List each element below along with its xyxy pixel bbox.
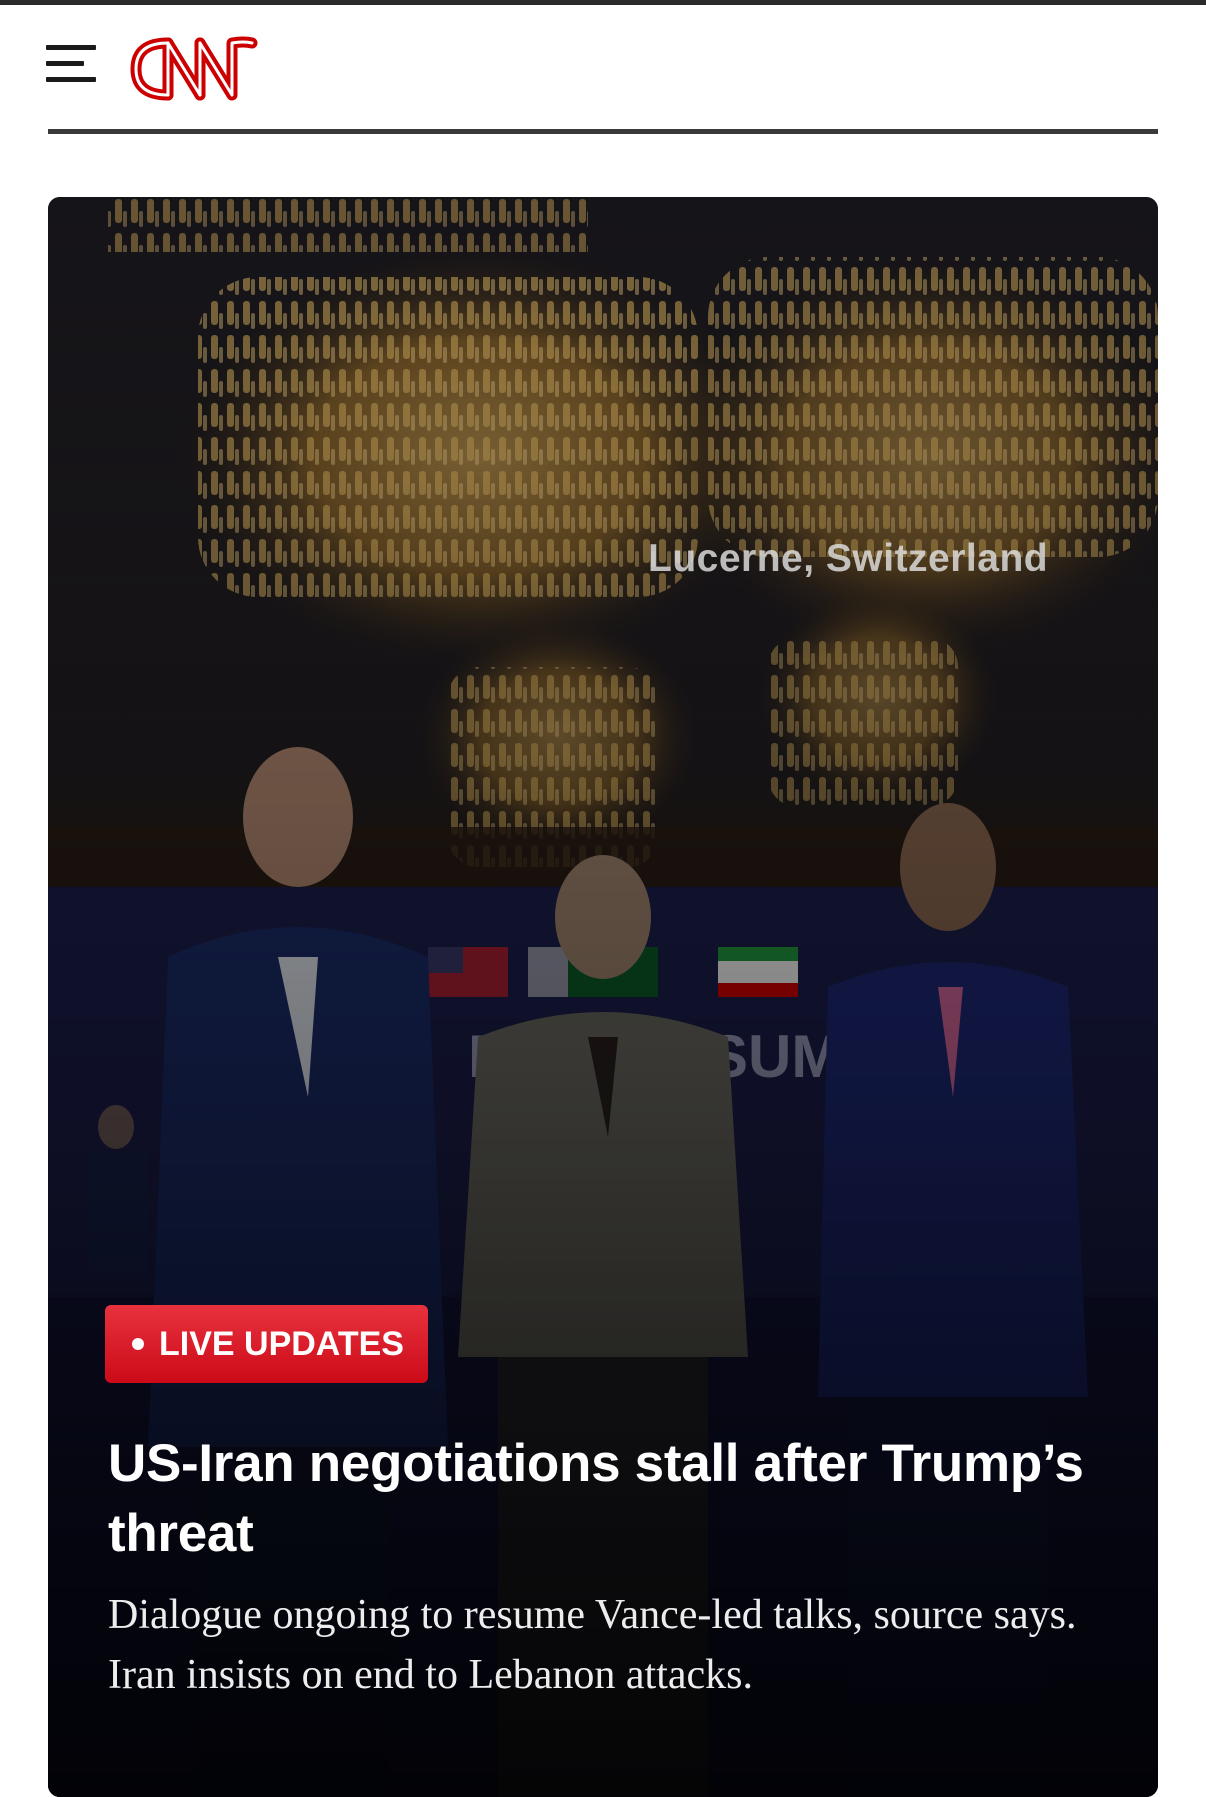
story-summary: Dialogue ongoing to resume Vance-led tal… xyxy=(108,1592,1077,1698)
header-divider xyxy=(48,129,1158,134)
live-updates-badge[interactable]: LIVE UPDATES xyxy=(105,1305,428,1383)
hero-story-card[interactable]: E L SUMM Lucerne, Switzerland xyxy=(48,197,1158,1797)
cnn-logo-icon xyxy=(130,36,258,101)
cnn-logo[interactable] xyxy=(128,29,274,109)
story-headline[interactable]: US-Iran negotiations stall after Trump’s… xyxy=(108,1429,1088,1569)
hamburger-menu-button[interactable] xyxy=(42,41,100,89)
menu-icon-line xyxy=(46,77,96,82)
live-dot-icon xyxy=(132,1338,144,1350)
live-badge-label: LIVE UPDATES xyxy=(159,1325,404,1363)
photo-location-caption: Lucerne, Switzerland xyxy=(648,537,1049,580)
site-header xyxy=(0,5,1206,134)
menu-icon-line xyxy=(46,45,96,50)
menu-icon-line xyxy=(46,61,84,66)
